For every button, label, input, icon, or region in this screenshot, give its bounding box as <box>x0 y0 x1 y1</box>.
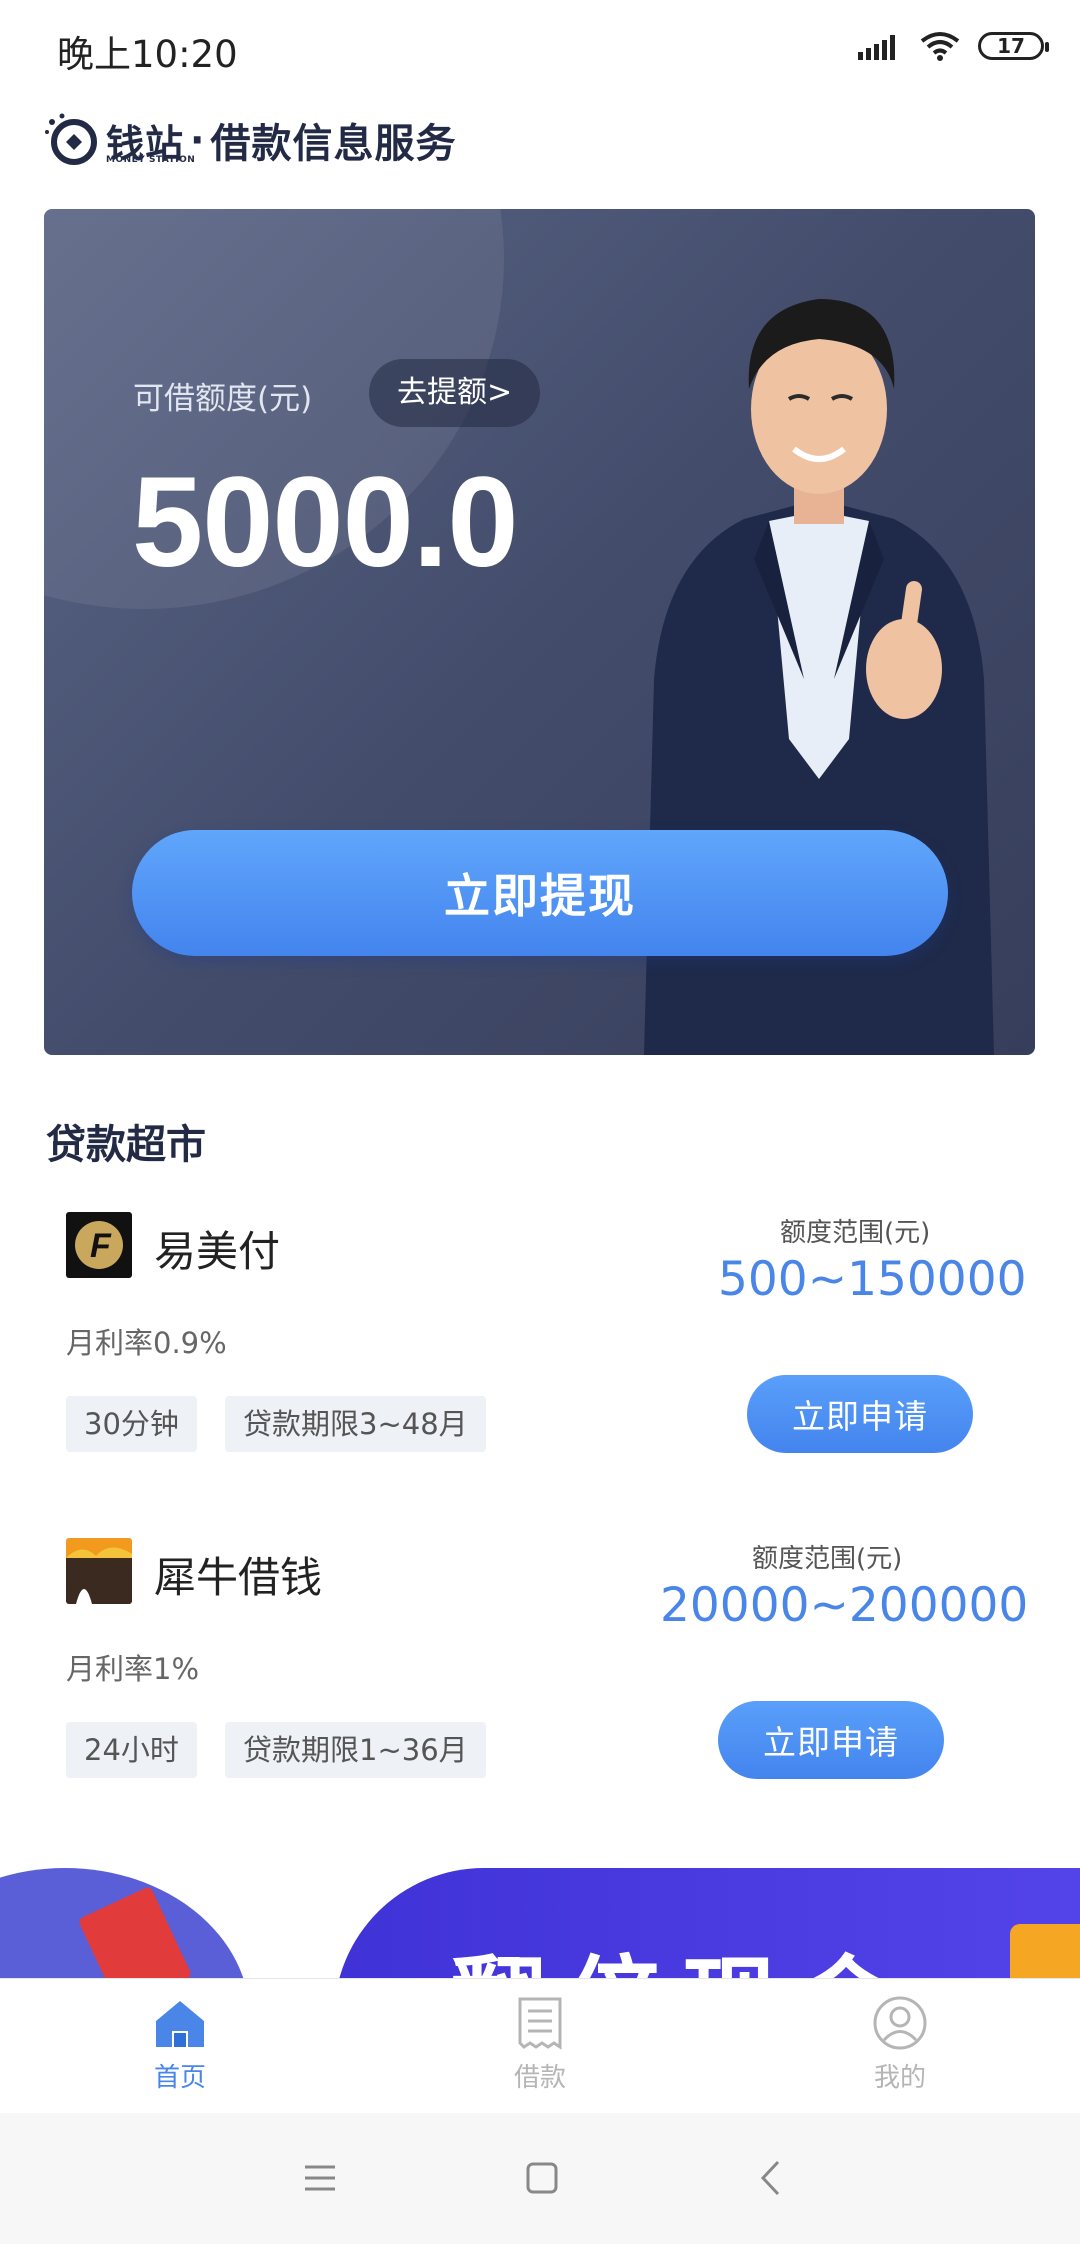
home-nav-button[interactable] <box>507 2143 577 2213</box>
withdraw-button[interactable]: 立即提现 <box>132 830 948 956</box>
home-icon <box>156 2001 204 2047</box>
document-icon <box>518 1997 562 2050</box>
loan-tag: 24小时 <box>66 1722 197 1778</box>
menu-button[interactable] <box>285 2143 355 2213</box>
loan-tag: 贷款期限3~48月 <box>225 1396 486 1452</box>
tab-home-label: 首页 <box>153 2063 206 2093</box>
back-button[interactable] <box>735 2143 805 2213</box>
yimeifu-logo-icon: F <box>66 1212 132 1278</box>
svg-text:F: F <box>90 1227 112 1265</box>
loan-rate: 月利率1% <box>66 1652 200 1686</box>
raise-limit-button[interactable]: 去提额> <box>369 359 541 427</box>
battery-level: 17 <box>997 34 1025 58</box>
status-time: 晚上10:20 <box>57 33 238 76</box>
square-icon <box>526 2162 558 2194</box>
system-nav-bar <box>0 2113 1080 2244</box>
range-label: 额度范围(元) <box>752 1544 903 1574</box>
range-label: 额度范围(元) <box>780 1218 931 1248</box>
credit-amount: 5000.0 <box>132 451 518 594</box>
wifi-icon <box>920 32 960 61</box>
signal-icon <box>858 35 895 60</box>
credit-limit-label: 可借额度(元) <box>133 381 313 417</box>
status-icons: 17 <box>858 28 1049 64</box>
apply-button[interactable]: 立即申请 <box>747 1375 973 1453</box>
promo-banner-text: 翻倍现金 <box>450 1924 914 1978</box>
loan-rate: 月利率0.9% <box>66 1326 227 1360</box>
loan-product-card[interactable]: 犀牛借钱 月利率1% 24小时 贷款期限1~36月 额度范围(元) 20000~… <box>0 1538 1080 1838</box>
loan-name: 易美付 <box>154 1227 281 1276</box>
back-icon <box>760 2160 780 2196</box>
loan-name: 犀牛借钱 <box>154 1553 323 1602</box>
range-value: 20000~200000 <box>660 1578 1029 1633</box>
profile-icon <box>873 1996 927 2050</box>
tab-home[interactable]: 首页 <box>80 1979 280 2114</box>
brand-service: 借款信息服务 <box>210 121 457 167</box>
loan-tag: 贷款期限1~36月 <box>225 1722 486 1778</box>
apply-button[interactable]: 立即申请 <box>718 1701 944 1779</box>
tab-profile-label: 我的 <box>873 2063 926 2093</box>
range-value: 500~150000 <box>718 1252 1027 1307</box>
section-title: 贷款超市 <box>46 1122 206 1168</box>
bottom-tab-bar: 首页 借款 我的 <box>0 1978 1080 2113</box>
battery-icon: 17 <box>978 32 1049 60</box>
menu-icon <box>305 2165 335 2191</box>
promo-banner[interactable]: 翻倍现金 <box>0 1868 1080 1978</box>
brand-logo-icon <box>45 113 97 165</box>
xiniu-logo-icon <box>66 1538 132 1604</box>
status-bar: 晚上10:20 17 <box>0 0 1080 90</box>
credit-card-banner: 可借额度(元) 去提额> 5000.0 立即提现 <box>44 209 1035 1055</box>
tab-loans-label: 借款 <box>513 2063 566 2093</box>
brand-name-en: MONEY STATION <box>106 154 196 165</box>
loan-tag: 30分钟 <box>66 1396 197 1452</box>
tab-loans[interactable]: 借款 <box>440 1979 640 2114</box>
loan-product-card[interactable]: F 易美付 月利率0.9% 30分钟 贷款期限3~48月 额度范围(元) 500… <box>0 1212 1080 1512</box>
tab-profile[interactable]: 我的 <box>800 1979 1000 2114</box>
brand-header: 钱站 MONEY STATION · 借款信息服务 <box>44 110 456 170</box>
gift-box-icon <box>1010 1924 1080 1978</box>
